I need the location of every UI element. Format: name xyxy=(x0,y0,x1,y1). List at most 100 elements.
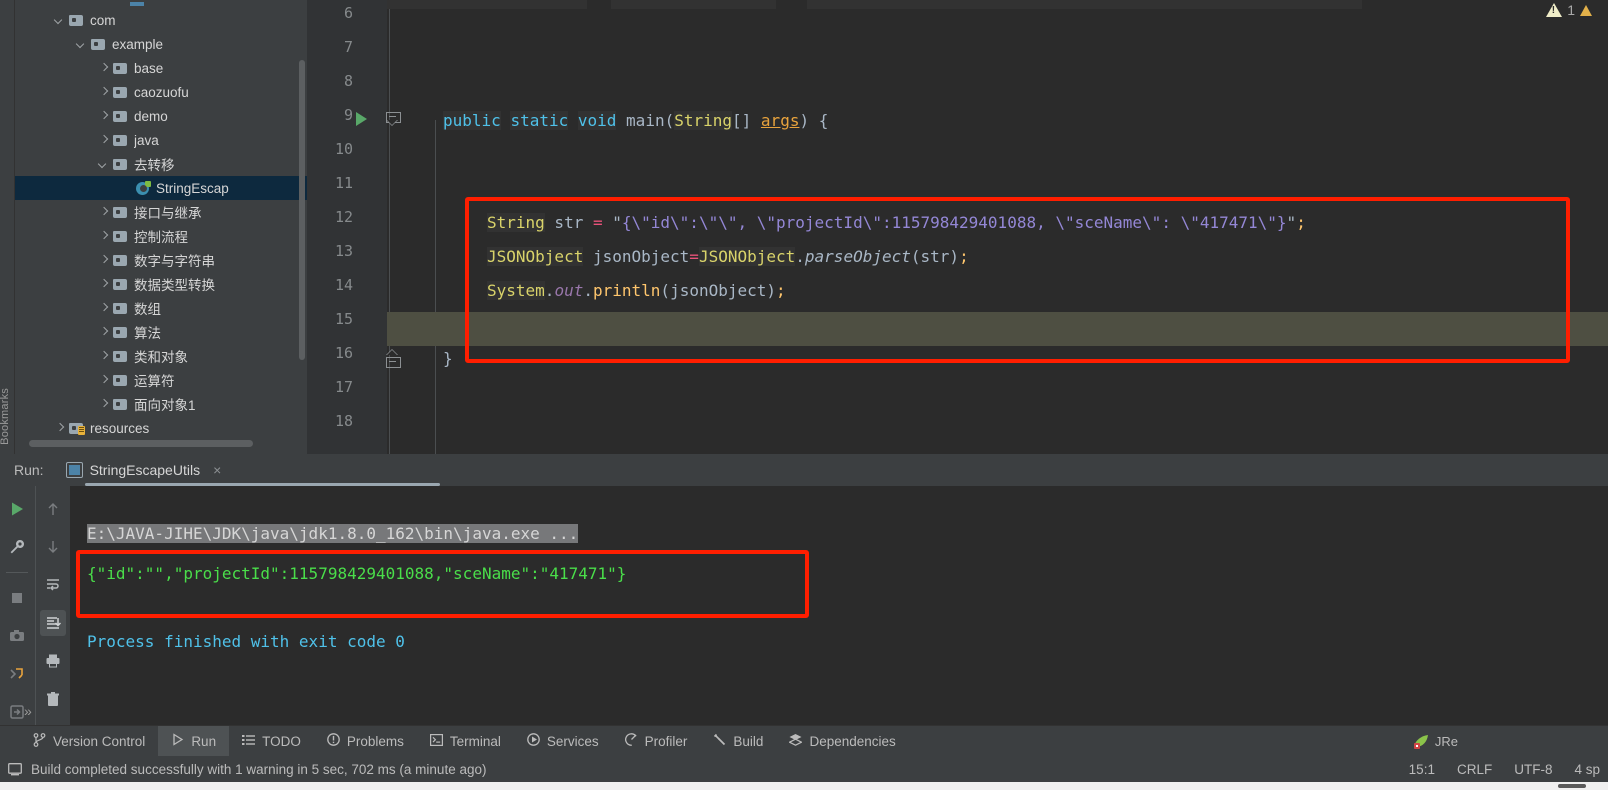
tree-row[interactable]: demo xyxy=(15,104,307,128)
tree-vertical-scrollbar[interactable] xyxy=(299,60,305,360)
line-number: 10 xyxy=(334,140,353,158)
token-system: System xyxy=(487,281,545,300)
toolbar-item-build[interactable]: Build xyxy=(700,726,776,756)
chevron-down-icon[interactable] xyxy=(75,38,88,51)
tree-row[interactable]: example xyxy=(15,32,307,56)
inspection-warning-badge[interactable]: 1 xyxy=(1546,2,1592,18)
line-separator[interactable]: CRLF xyxy=(1457,762,1492,777)
tree-row[interactable]: base xyxy=(15,56,307,80)
tree-row[interactable]: 数据类型转换 xyxy=(15,272,307,296)
tree-row[interactable]: 运算符 xyxy=(15,368,307,392)
line-number: 12 xyxy=(334,208,353,226)
warning-triangle-small-icon xyxy=(1580,4,1592,16)
tree-row[interactable]: 数字与字符串 xyxy=(15,248,307,272)
token-public: public xyxy=(443,111,501,130)
debug-rerun-icon[interactable] xyxy=(4,661,30,687)
chevron-right-icon[interactable] xyxy=(97,278,110,291)
chevron-right-icon[interactable] xyxy=(97,302,110,315)
caret-position[interactable]: 15:1 xyxy=(1409,762,1435,777)
indent-setting[interactable]: 4 sp xyxy=(1574,762,1600,777)
toolbar-item-run[interactable]: Run xyxy=(158,726,230,757)
status-message: Build completed successfully with 1 warn… xyxy=(31,761,487,777)
project-tree-panel[interactable]: com example base caozuofu demo java 去转移 StringE… xyxy=(15,0,307,455)
editor-area: Bookmarks JRebel Structure com example bas… xyxy=(0,0,1608,638)
arrow-up-icon[interactable] xyxy=(40,496,66,522)
tree-row[interactable]: resources xyxy=(15,416,307,440)
toolbar-item-label: Services xyxy=(546,733,599,749)
rail-label-bookmarks[interactable]: Bookmarks xyxy=(0,388,13,445)
fold-start-icon[interactable] xyxy=(386,112,401,128)
chevron-right-icon[interactable] xyxy=(97,134,110,147)
toolbar-item-services[interactable]: Services xyxy=(514,726,612,756)
tree-row[interactable]: 类和对象 xyxy=(15,344,307,368)
code-editor[interactable]: 6 7 8 9 10 11 12 13 14 15 16 17 18 public static voi… xyxy=(307,0,1608,455)
line-number: 13 xyxy=(334,242,353,260)
tree-row[interactable]: 算法 xyxy=(15,320,307,344)
tree-row[interactable]: 去转移 xyxy=(15,152,307,176)
folder-icon xyxy=(113,158,128,171)
edit-configurations-button[interactable] xyxy=(4,534,30,560)
file-encoding[interactable]: UTF-8 xyxy=(1514,762,1552,777)
chevron-right-icon[interactable] xyxy=(97,110,110,123)
current-line-highlight xyxy=(387,312,1608,346)
folder-icon xyxy=(113,254,128,267)
folder-icon xyxy=(113,326,128,339)
toolbar-item-terminal[interactable]: Terminal xyxy=(417,726,514,756)
tree-row-selected[interactable]: StringEscap xyxy=(15,176,307,200)
jrebel-status-badge[interactable]: JRe xyxy=(1412,734,1458,750)
folder-icon xyxy=(113,398,128,411)
token-paren-close-14: ) xyxy=(766,281,777,300)
chevron-double-right-icon[interactable]: » xyxy=(24,703,32,719)
token-main: main( xyxy=(626,111,675,130)
camera-icon[interactable] xyxy=(4,623,30,649)
services-icon xyxy=(527,733,540,749)
wrap-lines-icon[interactable] xyxy=(40,572,66,598)
code-line-16: } xyxy=(443,342,453,376)
tree-row[interactable]: java xyxy=(15,128,307,152)
stop-button[interactable] xyxy=(4,585,30,611)
token-static: static xyxy=(510,111,569,130)
run-tab-stringescapeutils[interactable]: StringEscapeUtils × xyxy=(65,462,221,479)
folder-icon xyxy=(113,206,128,219)
toolbar-item-label: Terminal xyxy=(449,733,501,749)
tree-row[interactable]: com xyxy=(15,8,307,32)
toolbar-item-dependencies[interactable]: Dependencies xyxy=(776,726,908,756)
tree-row[interactable]: 面向对象1 xyxy=(15,392,307,416)
arrow-down-icon[interactable] xyxy=(40,534,66,560)
tree-row-label: 算法 xyxy=(134,326,161,341)
console-toolbar xyxy=(0,486,70,726)
chevron-right-icon[interactable] xyxy=(97,374,110,387)
close-icon[interactable]: × xyxy=(213,462,221,478)
line-number: 14 xyxy=(334,276,353,294)
tree-row-partial xyxy=(15,0,307,8)
toolbar-item-todo[interactable]: TODO xyxy=(229,726,314,756)
chevron-right-icon[interactable] xyxy=(97,206,110,219)
tree-row[interactable]: 接口与继承 xyxy=(15,200,307,224)
tree-row[interactable]: 控制流程 xyxy=(15,224,307,248)
scroll-end-icon[interactable] xyxy=(39,610,66,637)
console-output[interactable]: E:\JAVA-JIHE\JDK\java\jdk1.8.0_162\bin\j… xyxy=(70,486,1608,726)
chevron-right-icon[interactable] xyxy=(97,62,110,75)
resize-grip[interactable] xyxy=(1558,784,1586,789)
chevron-right-icon[interactable] xyxy=(97,86,110,99)
tree-row[interactable]: 数组 xyxy=(15,296,307,320)
chevron-down-icon[interactable] xyxy=(97,158,110,171)
token-paren-close-13: ) xyxy=(949,247,960,266)
tree-horizontal-scrollbar[interactable] xyxy=(29,440,253,448)
printer-icon[interactable] xyxy=(40,648,66,674)
chevron-right-icon[interactable] xyxy=(97,326,110,339)
toolbar-item-profiler[interactable]: Profiler xyxy=(612,726,701,756)
chevron-right-icon[interactable] xyxy=(53,422,66,435)
trash-icon[interactable] xyxy=(40,686,66,712)
tree-row[interactable]: caozuofu xyxy=(15,80,307,104)
run-gutter-icon[interactable] xyxy=(356,112,367,126)
chevron-right-icon[interactable] xyxy=(97,350,110,363)
chevron-down-icon[interactable] xyxy=(53,14,66,27)
chevron-right-icon[interactable] xyxy=(97,230,110,243)
toolbar-item-version-control[interactable]: Version Control xyxy=(20,726,158,756)
toolbar-item-problems[interactable]: Problems xyxy=(314,726,417,756)
fold-end-icon[interactable] xyxy=(386,349,401,368)
rerun-button[interactable] xyxy=(4,496,30,522)
chevron-right-icon[interactable] xyxy=(97,398,110,411)
chevron-right-icon[interactable] xyxy=(97,254,110,267)
